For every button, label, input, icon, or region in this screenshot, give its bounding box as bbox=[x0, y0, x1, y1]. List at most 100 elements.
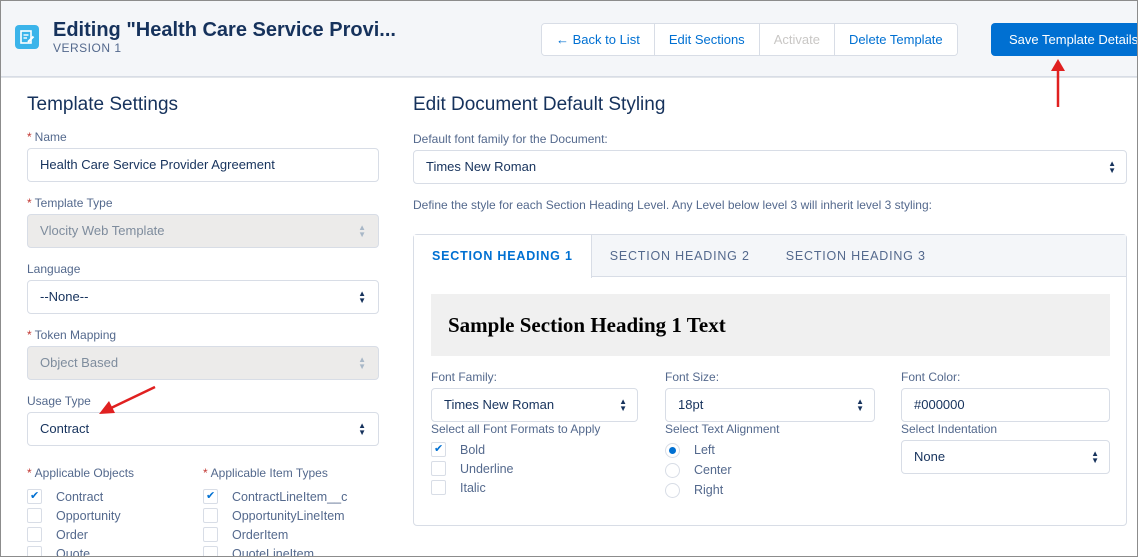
indentation-select[interactable]: None ▲ ▼ bbox=[901, 440, 1110, 474]
alignment-option-label: Left bbox=[694, 443, 715, 457]
required-marker: * bbox=[27, 328, 32, 342]
checkbox-checked-icon[interactable] bbox=[203, 489, 218, 504]
template-settings-heading: Template Settings bbox=[27, 94, 179, 115]
font-family-label: Font Family: bbox=[431, 370, 498, 384]
checkbox-icon[interactable] bbox=[203, 546, 218, 556]
select-stepper-icon: ▲ ▼ bbox=[619, 397, 627, 413]
styling-heading: Edit Document Default Styling bbox=[413, 94, 666, 115]
usage-type-label: Usage Type bbox=[27, 394, 91, 408]
applicable-object-item-label: Contract bbox=[56, 489, 104, 504]
document-edit-icon bbox=[15, 25, 39, 49]
name-label: * Name bbox=[27, 130, 67, 144]
font-size-column: Font Size: 18pt ▲ ▼ Select Text Alignment … bbox=[665, 370, 875, 500]
font-size-select[interactable]: 18pt ▲ ▼ bbox=[665, 388, 875, 422]
checkbox-icon[interactable] bbox=[27, 508, 42, 523]
radio-icon[interactable] bbox=[665, 462, 680, 478]
template-settings-panel: Template Settings * Name Health Care Serv… bbox=[27, 94, 379, 557]
applicable-object-item[interactable]: Quote bbox=[27, 544, 203, 557]
required-marker: * bbox=[27, 130, 32, 144]
select-stepper-icon: ▲ ▼ bbox=[1091, 449, 1099, 465]
version-label: VERSION 1 bbox=[53, 41, 122, 55]
checkbox-icon[interactable] bbox=[431, 480, 446, 495]
template-type-label: * Template Type bbox=[27, 196, 113, 210]
font-family-column: Font Family: Times New Roman ▲ ▼ Select al… bbox=[431, 370, 638, 497]
applicable-item-type-item-label: OrderItem bbox=[232, 527, 289, 542]
edit-sections-button[interactable]: Edit Sections bbox=[654, 24, 760, 55]
applicable-item-type-item[interactable]: OpportunityLineItem bbox=[203, 506, 379, 525]
applicable-item-type-item[interactable]: QuoteLineItem bbox=[203, 544, 379, 557]
header-button-group: ← Back to List Edit Sections Activate De… bbox=[541, 23, 958, 56]
default-font-label: Default font family for the Document: bbox=[413, 132, 608, 146]
applicable-item-type-item-label: QuoteLineItem bbox=[232, 546, 314, 557]
checkbox-checked-icon[interactable] bbox=[27, 489, 42, 504]
font-family-select[interactable]: Times New Roman ▲ ▼ bbox=[431, 388, 638, 422]
save-template-details-button[interactable]: Save Template Details bbox=[991, 23, 1137, 56]
app-frame: Editing "Health Care Service Provi... VE… bbox=[0, 0, 1138, 557]
section-heading-tabs: SECTION HEADING 1 SECTION HEADING 2 SECT… bbox=[414, 235, 1126, 278]
language-label: Language bbox=[27, 262, 81, 276]
applicable-object-item[interactable]: Order bbox=[27, 525, 203, 544]
applicable-object-item[interactable]: Opportunity bbox=[27, 506, 203, 525]
section-heading-tabs-panel: SECTION HEADING 1 SECTION HEADING 2 SECT… bbox=[413, 234, 1127, 526]
required-marker: * bbox=[27, 196, 32, 210]
annotation-arrow-up-icon bbox=[1051, 59, 1065, 107]
template-type-select[interactable]: Vlocity Web Template ▲ ▼ bbox=[27, 214, 379, 248]
applicable-object-item-label: Opportunity bbox=[56, 508, 121, 523]
radio-icon[interactable] bbox=[665, 482, 680, 498]
sample-heading-preview: Sample Section Heading 1 Text bbox=[431, 294, 1110, 356]
tab-section-heading-2[interactable]: SECTION HEADING 2 bbox=[592, 235, 768, 277]
checkbox-checked-icon[interactable] bbox=[431, 442, 446, 457]
applicable-object-item-label: Quote bbox=[56, 546, 91, 557]
font-size-label: Font Size: bbox=[665, 370, 720, 384]
checkbox-icon[interactable] bbox=[431, 461, 446, 476]
font-format-option-label: Underline bbox=[460, 461, 514, 476]
font-color-input[interactable]: #000000 bbox=[901, 388, 1110, 422]
editor-card: Template Settings * Name Health Care Serv… bbox=[1, 77, 1137, 557]
name-field[interactable]: Health Care Service Provider Agreement bbox=[27, 148, 379, 182]
font-format-option[interactable]: Italic bbox=[431, 478, 638, 497]
select-stepper-icon: ▲ ▼ bbox=[1108, 159, 1116, 175]
checkbox-icon[interactable] bbox=[203, 527, 218, 542]
token-mapping-select[interactable]: Object Based ▲ ▼ bbox=[27, 346, 379, 380]
alignment-option[interactable]: Center bbox=[665, 460, 875, 480]
applicable-item-type-item[interactable]: ContractLineItem__c bbox=[203, 487, 379, 506]
applicable-object-item-label: Order bbox=[56, 527, 88, 542]
usage-type-select[interactable]: Contract ▲ ▼ bbox=[27, 412, 379, 446]
select-stepper-icon: ▲ ▼ bbox=[358, 421, 366, 437]
back-to-list-button[interactable]: ← Back to List bbox=[542, 24, 655, 55]
checkbox-icon[interactable] bbox=[27, 527, 42, 542]
applicable-item-type-item[interactable]: OrderItem bbox=[203, 525, 379, 544]
applicable-item-type-item-label: ContractLineItem__c bbox=[232, 489, 348, 504]
applicable-objects-label: * Applicable Objects bbox=[27, 466, 135, 480]
applicable-item-types-column: *Applicable Item Types ContractLineItem_… bbox=[203, 466, 379, 557]
font-format-option-label: Italic bbox=[460, 480, 486, 495]
alignment-option[interactable]: Left bbox=[665, 440, 875, 460]
font-format-option-label: Bold bbox=[460, 442, 486, 457]
font-formats-label: Select all Font Formats to Apply bbox=[431, 422, 601, 436]
checkbox-icon[interactable] bbox=[203, 508, 218, 523]
tab-section-heading-3[interactable]: SECTION HEADING 3 bbox=[768, 235, 944, 277]
token-mapping-label: * Token Mapping bbox=[27, 328, 117, 342]
applicable-object-item[interactable]: Contract bbox=[27, 487, 203, 506]
tab-section-heading-1[interactable]: SECTION HEADING 1 bbox=[414, 235, 592, 278]
select-stepper-icon: ▲ ▼ bbox=[358, 355, 366, 371]
font-format-option[interactable]: Underline bbox=[431, 459, 638, 478]
select-stepper-icon: ▲ ▼ bbox=[358, 223, 366, 239]
default-font-select[interactable]: Times New Roman ▲ ▼ bbox=[413, 150, 1127, 184]
alignment-option-label: Right bbox=[694, 483, 724, 497]
alignment-option[interactable]: Right bbox=[665, 480, 875, 500]
font-color-label: Font Color: bbox=[901, 370, 961, 384]
radio-selected-icon[interactable] bbox=[665, 442, 680, 458]
checkbox-icon[interactable] bbox=[27, 546, 42, 556]
delete-template-button[interactable]: Delete Template bbox=[834, 24, 957, 55]
applicable-item-types-label: * Applicable Item Types bbox=[203, 466, 328, 480]
section-style-hint: Define the style for each Section Headin… bbox=[413, 198, 932, 212]
annotation-arrow-left-icon bbox=[99, 385, 156, 414]
applicable-objects-column: *Applicable Objects Contract Opportunity O… bbox=[27, 466, 203, 557]
applicable-lists: *Applicable Objects Contract Opportunity O… bbox=[27, 466, 379, 557]
text-alignment-label: Select Text Alignment bbox=[665, 422, 780, 436]
language-select[interactable]: --None-- ▲ ▼ bbox=[27, 280, 379, 314]
select-stepper-icon: ▲ ▼ bbox=[358, 289, 366, 305]
activate-button[interactable]: Activate bbox=[759, 24, 835, 55]
font-format-option[interactable]: Bold bbox=[431, 440, 638, 459]
